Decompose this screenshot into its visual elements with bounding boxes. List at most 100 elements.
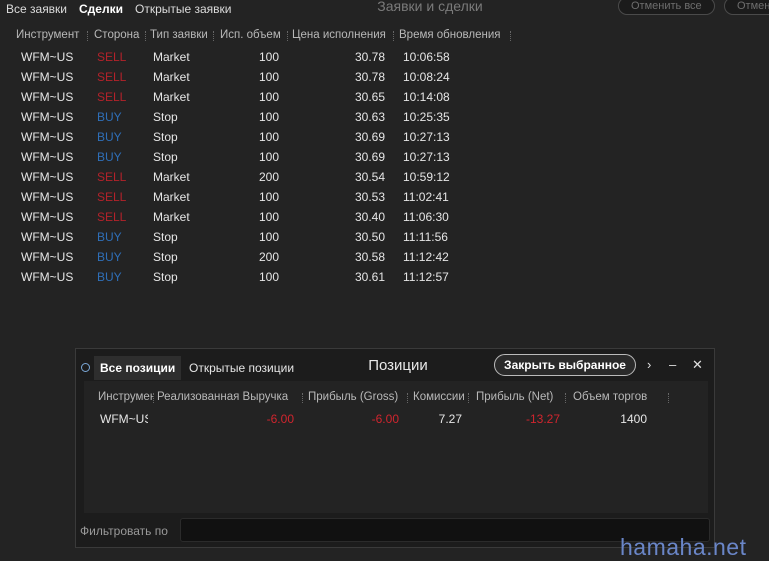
- side-cell: SELL: [97, 210, 127, 224]
- positions-panel-title: Позиции: [368, 357, 428, 374]
- gross-profit-cell: -6.00: [371, 412, 399, 426]
- column-header-update-time[interactable]: Время обновления: [399, 29, 511, 41]
- qty-cell: 100: [258, 150, 279, 164]
- order-type-cell: Market: [153, 210, 190, 224]
- instrument-cell: WFM~US: [21, 270, 74, 284]
- instrument-cell: WFM~US: [21, 90, 74, 104]
- orders-tabs: Все заявки Сделки Открытые заявки: [0, 0, 238, 18]
- side-cell: SELL: [97, 170, 127, 184]
- order-type-cell: Market: [153, 70, 190, 84]
- qty-cell: 200: [258, 170, 279, 184]
- table-row[interactable]: WFM~US SELL Market 100 30.65 10:14:08: [0, 87, 520, 107]
- instrument-cell: WFM~US: [21, 250, 74, 264]
- side-cell: SELL: [97, 190, 127, 204]
- qty-cell: 100: [258, 50, 279, 64]
- instrument-cell: WFM~US: [21, 70, 74, 84]
- qty-cell: 100: [258, 110, 279, 124]
- table-row[interactable]: WFM~US BUY Stop 100 30.69 10:27:13: [0, 127, 520, 147]
- price-cell: 30.63: [354, 110, 385, 124]
- qty-cell: 100: [258, 210, 279, 224]
- price-cell: 30.54: [354, 170, 385, 184]
- qty-cell: 100: [258, 130, 279, 144]
- cancel-all-button[interactable]: Отменить все: [618, 0, 715, 15]
- side-cell: SELL: [97, 90, 127, 104]
- instrument-cell: WFM~US: [21, 210, 74, 224]
- commission-cell: 7.27: [438, 412, 462, 426]
- side-cell: SELL: [97, 70, 127, 84]
- table-row[interactable]: WFM~US BUY Stop 100 30.61 11:12:57: [0, 267, 520, 287]
- tab-trades[interactable]: Сделки: [73, 0, 129, 18]
- column-header-instrument[interactable]: Инструмент: [16, 29, 88, 41]
- tab-open-orders[interactable]: Открытые заявки: [129, 0, 238, 18]
- table-row[interactable]: WFM~US SELL Market 100 30.40 11:06:30: [0, 207, 520, 227]
- qty-cell: 100: [258, 90, 279, 104]
- table-row[interactable]: WFM~US BUY Stop 100 30.63 10:25:35: [0, 107, 520, 127]
- qty-cell: 100: [258, 70, 279, 84]
- time-cell: 11:12:42: [403, 250, 449, 264]
- price-cell: 30.50: [354, 230, 385, 244]
- tab-all-positions[interactable]: Все позиции: [94, 356, 182, 380]
- order-type-cell: Market: [153, 50, 190, 64]
- close-selected-button[interactable]: Закрыть выбранное: [494, 354, 636, 376]
- price-cell: 30.61: [354, 270, 385, 284]
- table-row[interactable]: WFM~US SELL Market 200 30.54 10:59:12: [0, 167, 520, 187]
- table-row[interactable]: WFM~US SELL Market 100 30.53 11:02:41: [0, 187, 520, 207]
- column-header-order-type[interactable]: Тип заявки: [150, 29, 214, 41]
- time-cell: 10:08:24: [403, 70, 450, 84]
- net-profit-cell: -13.27: [525, 412, 560, 426]
- chevron-right-icon[interactable]: ›: [647, 355, 651, 375]
- time-cell: 10:25:35: [403, 110, 450, 124]
- price-cell: 30.78: [354, 70, 385, 84]
- column-header-filled-qty[interactable]: Исп. объем: [220, 29, 288, 41]
- price-cell: 30.40: [354, 210, 385, 224]
- time-cell: 11:06:30: [403, 210, 449, 224]
- instrument-cell: WFM~US: [21, 150, 74, 164]
- realized-cell: -6.00: [266, 412, 294, 426]
- order-type-cell: Stop: [153, 110, 178, 124]
- time-cell: 11:12:57: [403, 270, 449, 284]
- time-cell: 11:11:56: [403, 230, 448, 244]
- order-type-cell: Stop: [153, 270, 178, 284]
- order-type-cell: Market: [153, 170, 190, 184]
- time-cell: 10:06:58: [403, 50, 450, 64]
- instrument-cell: WFM~US: [21, 170, 74, 184]
- orders-window-title: Заявки и сделки: [377, 0, 483, 14]
- table-row[interactable]: WFM~US -6.00 -6.00 7.27 -13.27 1400: [84, 381, 708, 441]
- table-row[interactable]: WFM~US SELL Market 100 30.78 10:06:58: [0, 47, 520, 67]
- watermark: hamaha.net: [620, 534, 747, 560]
- minimize-icon[interactable]: –: [669, 355, 676, 375]
- column-header-fill-price[interactable]: Цена исполнения: [292, 29, 394, 41]
- tab-all-orders[interactable]: Все заявки: [0, 0, 73, 18]
- side-cell: BUY: [97, 270, 122, 284]
- positions-table: Инструмент Реализованная Выручка Прибыль…: [84, 381, 708, 513]
- table-row[interactable]: WFM~US BUY Stop 200 30.58 11:12:42: [0, 247, 520, 267]
- instrument-cell: WFM~US: [21, 50, 74, 64]
- tab-open-positions[interactable]: Открытые позиции: [183, 356, 300, 380]
- table-row[interactable]: WFM~US BUY Stop 100 30.69 10:27:13: [0, 147, 520, 167]
- close-icon[interactable]: ✕: [692, 355, 703, 375]
- order-type-cell: Market: [153, 90, 190, 104]
- order-type-cell: Stop: [153, 230, 178, 244]
- cancel-button[interactable]: Отмен: [724, 0, 769, 15]
- price-cell: 30.69: [354, 130, 385, 144]
- instrument-cell: WFM~US: [21, 230, 74, 244]
- qty-cell: 100: [258, 190, 279, 204]
- qty-cell: 200: [258, 250, 279, 264]
- table-row[interactable]: WFM~US SELL Market 100 30.78 10:08:24: [0, 67, 520, 87]
- instrument-cell: WFM~US: [21, 130, 74, 144]
- order-type-cell: Stop: [153, 250, 178, 264]
- side-cell: BUY: [97, 110, 122, 124]
- instrument-cell: WFM~US: [100, 412, 148, 426]
- side-cell: BUY: [97, 150, 122, 164]
- price-cell: 30.69: [354, 150, 385, 164]
- filter-label: Фильтровать по: [80, 524, 168, 538]
- price-cell: 30.53: [354, 190, 385, 204]
- trades-table: WFM~US SELL Market 100 30.78 10:06:58 WF…: [0, 47, 520, 292]
- time-cell: 10:14:08: [403, 90, 450, 104]
- column-header-side[interactable]: Сторона: [94, 29, 146, 41]
- order-type-cell: Stop: [153, 130, 178, 144]
- radio-icon[interactable]: [81, 363, 90, 372]
- qty-cell: 100: [258, 270, 279, 284]
- table-row[interactable]: WFM~US BUY Stop 100 30.50 11:11:56: [0, 227, 520, 247]
- time-cell: 10:27:13: [403, 130, 450, 144]
